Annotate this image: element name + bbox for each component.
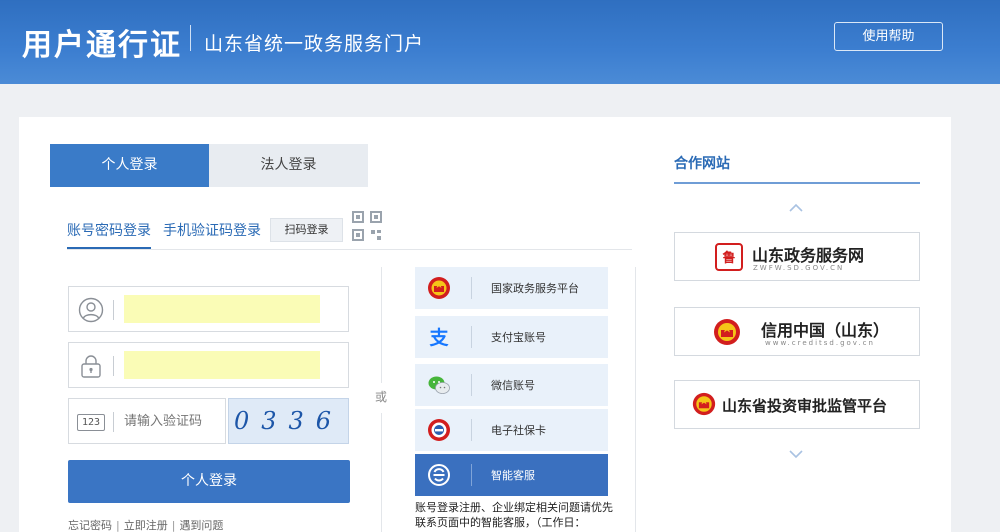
help-button[interactable]: 使用帮助 [834, 22, 943, 51]
username-input[interactable] [124, 295, 320, 323]
tab-legal-login[interactable]: 法人登录 [209, 144, 368, 187]
field-separator [113, 356, 114, 376]
personal-login-button[interactable]: 个人登录 [68, 460, 350, 503]
svg-text:鲁: 鲁 [722, 250, 735, 266]
user-icon [78, 297, 104, 323]
tab-personal-login[interactable]: 个人登录 [50, 144, 209, 187]
chevron-up-icon[interactable] [789, 201, 803, 215]
partner-title-underline [674, 182, 920, 184]
chevron-down-icon[interactable] [789, 447, 803, 461]
password-field [68, 342, 349, 388]
alipay-login-button[interactable]: 支 支付宝账号 [415, 316, 608, 358]
wechat-login-button[interactable]: 微信账号 [415, 364, 608, 406]
partner-name: 山东省投资审批监管平台 [722, 397, 888, 415]
brand-title: 用户通行证 [22, 28, 182, 63]
username-field [68, 286, 349, 332]
partner-name: 信用中国（山东） [761, 321, 890, 340]
svg-text:支: 支 [428, 327, 449, 349]
partners-divider [635, 267, 636, 532]
method-tab-password[interactable]: 账号密码登录 [67, 220, 151, 249]
register-link[interactable]: 立即注册 [124, 519, 168, 532]
captcha-image[interactable]: 0336 [228, 398, 349, 444]
brand-divider [190, 25, 191, 51]
partner-sd-gov-service[interactable]: 鲁 山东政务服务网 ZWFW.SD.GOV.CN [674, 232, 920, 281]
method-tabs-divider [67, 249, 632, 250]
button-separator [471, 277, 472, 299]
social-security-card-login-button[interactable]: 电子社保卡 [415, 409, 608, 451]
alipay-icon: 支 [428, 327, 449, 349]
method-tab-sms[interactable]: 手机验证码登录 [163, 220, 261, 240]
partner-sd-investment-platform[interactable]: 山东省投资审批监管平台 [674, 380, 920, 429]
national-gov-login-label: 国家政务服务平台 [491, 282, 579, 295]
button-separator [471, 326, 472, 348]
brand-subtitle: 山东省统一政务服务门户 [204, 33, 425, 55]
national-gov-login-button[interactable]: 国家政务服务平台 [415, 267, 608, 309]
national-emblem-icon [428, 277, 450, 299]
forgot-password-link[interactable]: 忘记密码 [68, 519, 112, 532]
problem-link[interactable]: 遇到问题 [179, 519, 223, 532]
link-separator: | [116, 519, 120, 532]
alipay-login-label: 支付宝账号 [491, 331, 546, 344]
national-emblem-icon [714, 319, 740, 345]
national-emblem-icon [692, 392, 716, 416]
captcha-input[interactable] [124, 409, 220, 433]
chat-bot-icon [428, 464, 450, 486]
link-separator: | [171, 519, 176, 532]
password-input[interactable] [124, 351, 320, 379]
field-separator [113, 412, 114, 432]
or-divider-top [381, 267, 382, 383]
or-label: 或 [375, 390, 388, 404]
wechat-icon [428, 376, 450, 394]
social-security-login-label: 电子社保卡 [491, 424, 546, 437]
social-security-icon [428, 419, 450, 441]
captcha-number-icon: 123 [77, 414, 105, 431]
qr-code-icon[interactable] [351, 210, 383, 242]
button-separator [471, 419, 472, 441]
wechat-login-label: 微信账号 [491, 379, 535, 392]
partner-name: 山东政务服务网 [752, 246, 865, 265]
partner-credit-china-sd[interactable]: 信用中国（山东） www.creditsd.gov.cn [674, 307, 920, 356]
smart-service-label: 智能客服 [491, 469, 535, 482]
button-separator [471, 464, 472, 486]
support-notice: 账号登录注册、企业绑定相关问题请优先联系页面中的智能客服，（工作日： [415, 501, 613, 529]
captcha-field: 123 [68, 398, 226, 444]
partner-url: ZWFW.SD.GOV.CN [753, 264, 845, 272]
button-separator [471, 374, 472, 396]
help-links: 忘记密码 | 立即注册 | 遇到问题 [68, 517, 223, 532]
or-divider-bottom [381, 413, 382, 532]
smart-service-button[interactable]: 智能客服 [415, 454, 608, 496]
lock-icon [81, 355, 101, 378]
field-separator [113, 300, 114, 320]
qr-login-button[interactable]: 扫码登录 [270, 218, 343, 242]
partner-url: www.creditsd.gov.cn [765, 339, 875, 347]
header: 用户通行证 山东省统一政务服务门户 使用帮助 [0, 0, 1000, 84]
login-card: 个人登录 法人登录 账号密码登录 手机验证码登录 扫码登录 123 请输入验证码… [19, 117, 951, 532]
partner-sites-title: 合作网站 [674, 156, 730, 172]
sd-gov-service-logo-icon: 鲁 [715, 243, 743, 271]
